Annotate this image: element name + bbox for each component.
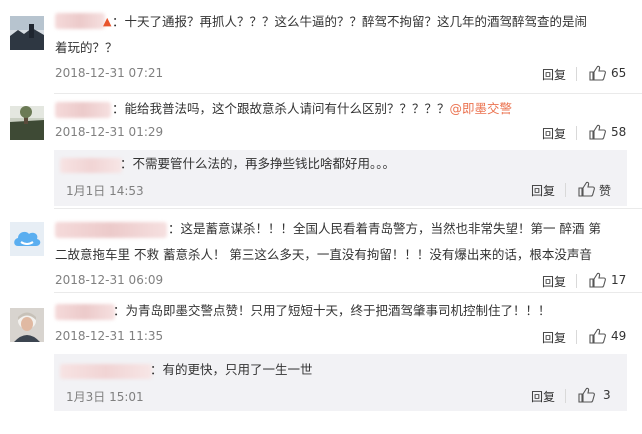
comment-text: ：十天了通报？再抓人？？？这么牛逼的？？醉驾不拘留？这几年的酒驾醉驾查的是闹: [112, 14, 588, 29]
comment-item: ：这是蓄意谋杀！！！全国人民看着青岛警方，当然也非常失望！第一 醉酒 第 二故意…: [0, 210, 642, 295]
comment-item: ：为青岛即墨交警点赞！只用了短短十天，终于把酒驾肇事司机控制住了！！！ 2018…: [0, 295, 642, 434]
mention-link[interactable]: @即墨交警: [450, 101, 513, 116]
thumb-up-icon[interactable]: [589, 272, 606, 288]
comment-item: ▲ ：十天了通报？再抓人？？？这么牛逼的？？醉驾不拘留？这几年的酒驾醉驾查的是闹…: [0, 0, 642, 96]
like-count: 3: [603, 388, 611, 402]
thumb-up-icon[interactable]: [578, 181, 595, 197]
separator: [576, 67, 577, 81]
like-count: 65: [611, 66, 627, 80]
sub-reply-button[interactable]: 回复: [531, 182, 555, 199]
like-count: 58: [611, 125, 627, 139]
sub-reply-username-blurred[interactable]: [60, 158, 122, 173]
comment-text: ：能给我普法吗，这个跟故意杀人请问有什么区别？？？？？@即墨交警: [112, 98, 512, 120]
sub-reply-time: 1月3日 15:01: [66, 390, 144, 404]
reply-button[interactable]: 回复: [542, 66, 566, 83]
sub-reply-time: 1月1日 14:53: [66, 184, 144, 198]
reply-button[interactable]: 回复: [542, 329, 566, 346]
sub-reply-username-blurred[interactable]: [60, 364, 152, 379]
username-blurred[interactable]: [55, 304, 115, 320]
sub-reply: ：有的更快，只用了一生一世 1月3日 15:01 回复 3: [54, 354, 627, 411]
sub-reply-text: ：不需要管什么法的，再多挣些钱比啥都好用。。。: [120, 156, 396, 171]
thumb-up-icon[interactable]: [578, 387, 595, 403]
separator: [576, 126, 577, 140]
sub-reply: ：不需要管什么法的，再多挣些钱比啥都好用。。。 1月1日 14:53 回复 赞: [54, 150, 627, 206]
thumb-up-icon[interactable]: [589, 65, 606, 81]
comment-body: ：能给我普法吗，这个跟故意杀人请问有什么区别？？？？？: [112, 101, 450, 116]
separator: [576, 274, 577, 288]
separator: [576, 330, 577, 344]
comment-divider: [54, 292, 642, 293]
comment-time: 2018-12-31 06:09: [55, 273, 164, 287]
sub-reply-button[interactable]: 回复: [531, 388, 555, 405]
separator: [565, 183, 566, 197]
comment-text: ：这是蓄意谋杀！！！全国人民看着青岛警方，当然也非常失望！第一 醉酒 第: [168, 221, 601, 236]
comment-text-line2: 二故意拖车里 不救 蓄意杀人！ 第三这么多天，一直没有拘留！！！没有爆出来的话，…: [55, 247, 592, 262]
comment-item: ：能给我普法吗，这个跟故意杀人请问有什么区别？？？？？@即墨交警 2018-12…: [0, 96, 642, 210]
avatar[interactable]: [10, 308, 44, 342]
like-count: 49: [611, 329, 627, 343]
comment-text-line2: 着玩的？？: [55, 40, 118, 55]
username-blurred[interactable]: [55, 13, 105, 29]
comment-divider: [54, 208, 642, 209]
avatar[interactable]: [10, 222, 44, 256]
avatar[interactable]: [10, 106, 44, 140]
comment-time: 2018-12-31 07:21: [55, 66, 164, 80]
comment-time: 2018-12-31 11:35: [55, 329, 164, 343]
separator: [565, 389, 566, 403]
avatar[interactable]: [10, 16, 44, 50]
reply-button[interactable]: 回复: [542, 273, 566, 290]
comment-divider: [54, 93, 642, 94]
like-count: 17: [611, 273, 627, 287]
like-label[interactable]: 赞: [599, 182, 611, 199]
thumb-up-icon[interactable]: [589, 328, 606, 344]
username-blurred[interactable]: [55, 222, 167, 238]
comment-text: ：为青岛即墨交警点赞！只用了短短十天，终于把酒驾肇事司机控制住了！！！: [113, 303, 551, 318]
sub-reply-text: ：有的更快，只用了一生一世: [150, 362, 313, 377]
reply-button[interactable]: 回复: [542, 125, 566, 142]
comment-time: 2018-12-31 01:29: [55, 125, 164, 139]
thumb-up-icon[interactable]: [589, 124, 606, 140]
username-blurred[interactable]: [55, 102, 111, 118]
